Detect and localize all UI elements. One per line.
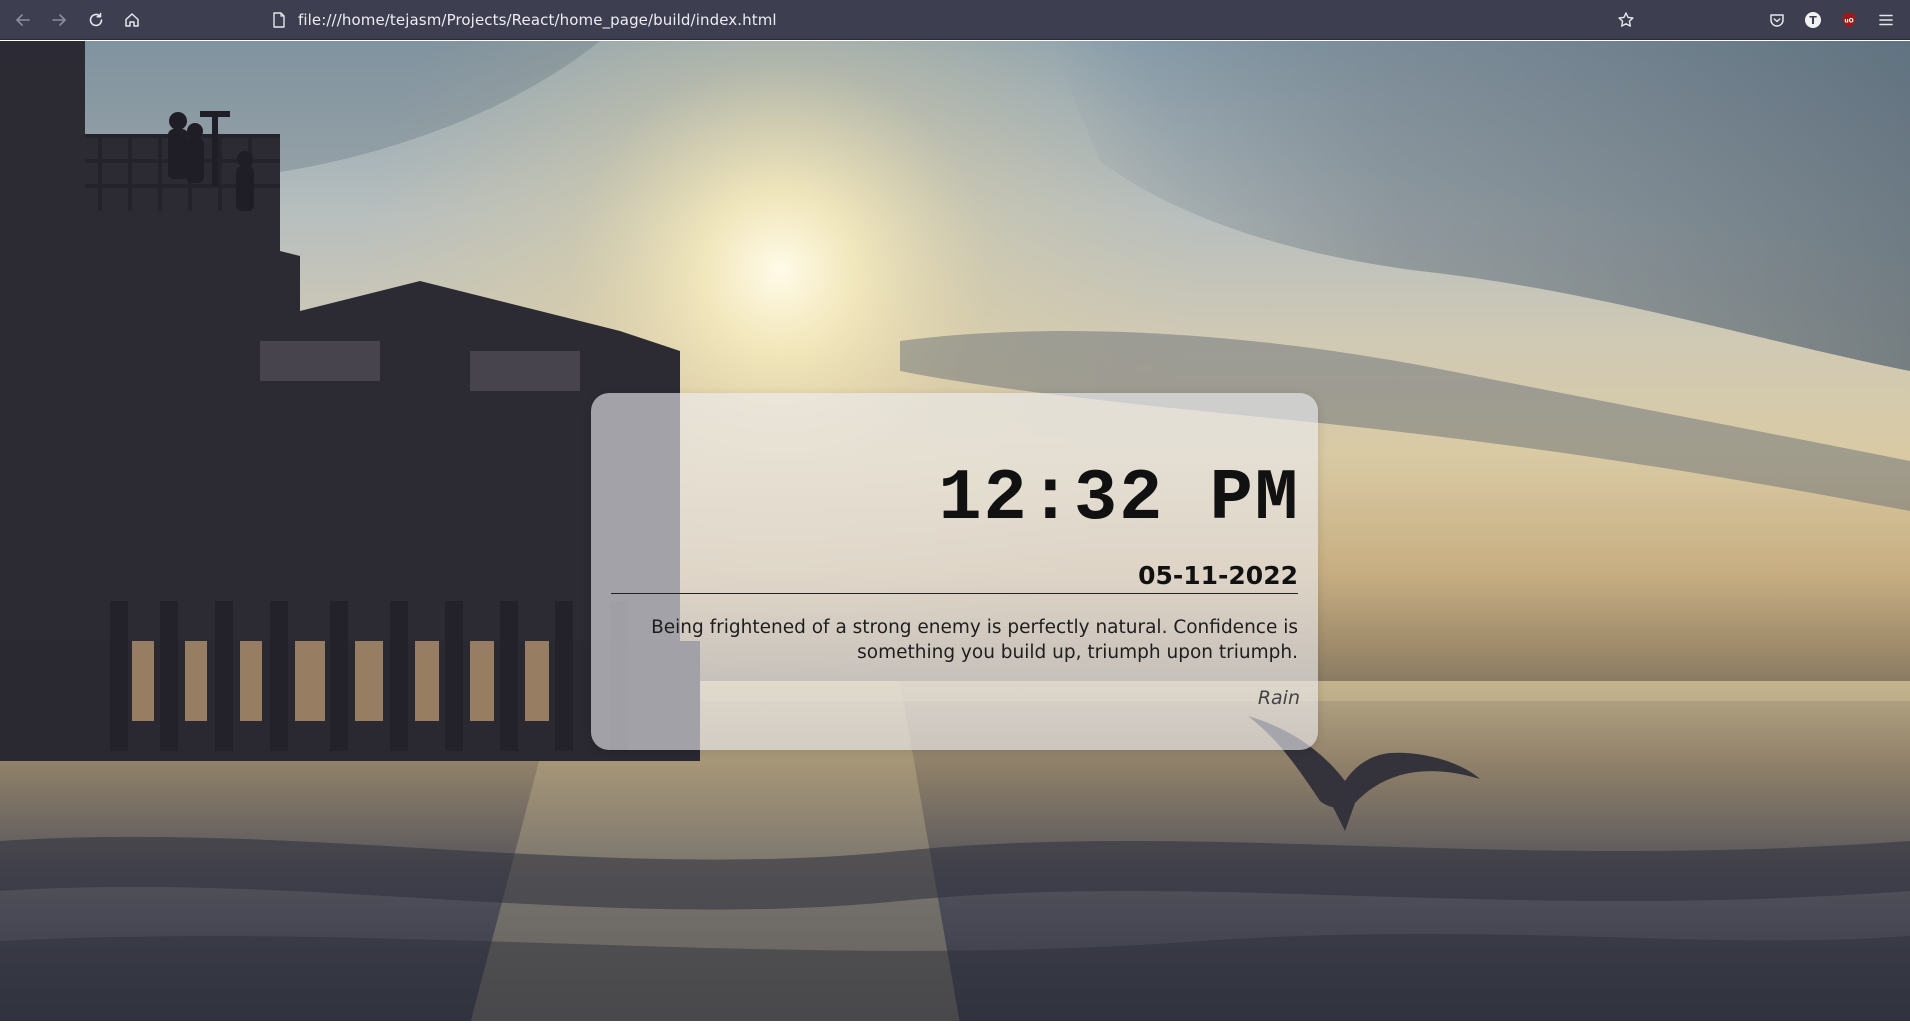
wallpaper-background: 12:32 PM 05-11-2022 Being frightened of … bbox=[0, 41, 1910, 1024]
page-icon bbox=[272, 12, 286, 28]
reload-icon[interactable] bbox=[85, 9, 107, 31]
browser-toolbar: file:///home/tejasm/Projects/React/home_… bbox=[0, 0, 1910, 40]
clock-quote-card: 12:32 PM 05-11-2022 Being frightened of … bbox=[591, 393, 1318, 750]
url-bar[interactable]: file:///home/tejasm/Projects/React/home_… bbox=[272, 8, 777, 32]
star-icon[interactable] bbox=[1615, 9, 1637, 31]
extension-t-label: T bbox=[1809, 14, 1817, 27]
quote-text: Being frightened of a strong enemy is pe… bbox=[651, 617, 1298, 663]
home-icon[interactable] bbox=[121, 9, 143, 31]
card-divider bbox=[611, 593, 1298, 594]
pocket-icon[interactable] bbox=[1766, 9, 1788, 31]
extension-t-icon[interactable]: T bbox=[1802, 9, 1824, 31]
ublock-label: uO bbox=[1844, 18, 1853, 25]
clock-date: 05-11-2022 bbox=[1138, 561, 1298, 590]
quote-author: Rain bbox=[1257, 687, 1300, 709]
url-text[interactable]: file:///home/tejasm/Projects/React/home_… bbox=[298, 11, 777, 29]
clock-time: 12:32 PM bbox=[938, 458, 1300, 540]
back-arrow-icon[interactable] bbox=[12, 9, 34, 31]
hamburger-menu-icon[interactable] bbox=[1875, 9, 1897, 31]
forward-arrow-icon[interactable] bbox=[48, 9, 70, 31]
ublock-icon[interactable]: uO bbox=[1838, 9, 1860, 31]
